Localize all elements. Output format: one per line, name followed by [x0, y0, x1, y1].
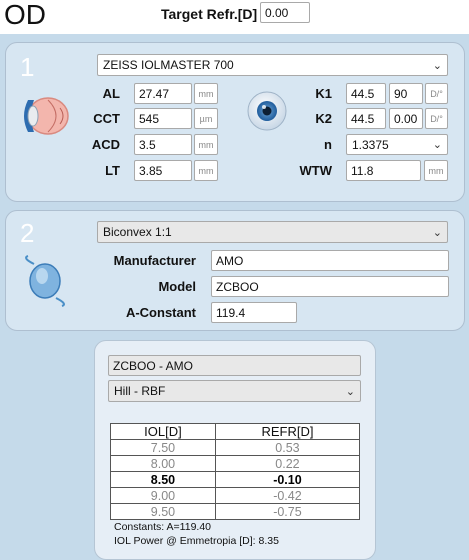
al-unit: mm [194, 83, 218, 104]
cct-input[interactable] [134, 108, 192, 129]
table-row[interactable]: 7.50 0.53 [110, 439, 361, 456]
k2-unit: D/° [425, 108, 448, 129]
lt-unit: mm [194, 160, 218, 181]
chevron-down-icon: ⌄ [432, 226, 442, 239]
result-lens-name [108, 355, 361, 376]
refr-value: -0.10 [214, 471, 361, 488]
chevron-down-icon: ⌄ [345, 385, 355, 398]
refractive-index-select[interactable]: 1.3375 ⌄ [346, 134, 448, 155]
biometer-device-value: ZEISS IOLMASTER 700 [103, 58, 234, 72]
a-constant-label: A-Constant [125, 305, 196, 320]
iol-value: 9.50 [110, 503, 216, 520]
biometer-device-select[interactable]: ZEISS IOLMASTER 700 ⌄ [97, 54, 448, 76]
iol-value: 8.00 [110, 455, 216, 472]
formula-value: Hill - RBF [114, 384, 166, 398]
refr-value: 0.22 [214, 455, 361, 472]
refr-column-header: REFR[D] [214, 423, 361, 440]
emmetropia-text: IOL Power @ Emmetropia [D]: 8.35 [114, 535, 279, 547]
wtw-input[interactable] [346, 160, 421, 181]
iol-value: 7.50 [110, 439, 216, 456]
lens-type-value: Biconvex 1:1 [103, 225, 172, 239]
eye-anatomy-icon [24, 97, 69, 135]
model-label: Model [158, 279, 196, 294]
acd-label: ACD [91, 137, 120, 152]
a-constant-input[interactable] [211, 302, 297, 323]
lt-label: LT [105, 163, 120, 178]
wtw-unit: mm [424, 160, 448, 181]
manufacturer-input[interactable] [211, 250, 449, 271]
iol-column-header: IOL[D] [110, 423, 216, 440]
al-input[interactable] [134, 83, 192, 104]
k1-unit: D/° [425, 83, 448, 104]
iol-value: 9.00 [110, 487, 216, 504]
target-refraction-input[interactable] [260, 2, 310, 23]
table-row[interactable]: 9.50 -0.75 [110, 503, 361, 520]
table-header-row: IOL[D] REFR[D] [110, 423, 361, 440]
table-row[interactable]: 9.00 -0.42 [110, 487, 361, 504]
header-bar: OD Target Refr.[D] [0, 0, 469, 34]
eyeball-icon [247, 91, 287, 131]
iol-lens-icon [25, 255, 65, 307]
wtw-label: WTW [299, 163, 332, 178]
model-input[interactable] [211, 276, 449, 297]
chevron-down-icon: ⌄ [432, 59, 442, 72]
k2-input[interactable] [346, 108, 386, 129]
constants-text: Constants: A=119.40 [114, 521, 212, 533]
chevron-down-icon: ⌄ [432, 139, 442, 151]
biometry-section-number: 1 [20, 52, 35, 82]
refr-value: 0.53 [214, 439, 361, 456]
k1-label: K1 [315, 86, 332, 101]
table-row[interactable]: 8.00 0.22 [110, 455, 361, 472]
formula-select[interactable]: Hill - RBF ⌄ [108, 380, 361, 402]
lt-input[interactable] [134, 160, 192, 181]
iol-power-table: IOL[D] REFR[D] 7.50 0.53 8.00 0.22 8.50 … [110, 423, 361, 520]
refr-value: -0.42 [214, 487, 361, 504]
k2-axis-input[interactable] [389, 108, 423, 129]
refractive-index-value: 1.3375 [352, 137, 389, 152]
lens-section-number: 2 [20, 218, 35, 248]
cct-unit: µm [194, 108, 218, 129]
table-row-selected[interactable]: 8.50 -0.10 [110, 471, 361, 488]
refr-value: -0.75 [214, 503, 361, 520]
n-label: n [324, 137, 332, 152]
iol-value: 8.50 [110, 471, 216, 488]
target-refraction-label: Target Refr.[D] [161, 6, 258, 22]
k1-axis-input[interactable] [389, 83, 423, 104]
manufacturer-label: Manufacturer [113, 253, 196, 268]
acd-input[interactable] [134, 134, 192, 155]
al-label: AL [102, 86, 120, 101]
lens-type-select[interactable]: Biconvex 1:1 ⌄ [97, 221, 448, 243]
acd-unit: mm [194, 134, 218, 155]
eye-label: OD [4, 0, 46, 30]
k1-input[interactable] [346, 83, 386, 104]
cct-label: CCT [93, 111, 120, 126]
k2-label: K2 [315, 111, 332, 126]
